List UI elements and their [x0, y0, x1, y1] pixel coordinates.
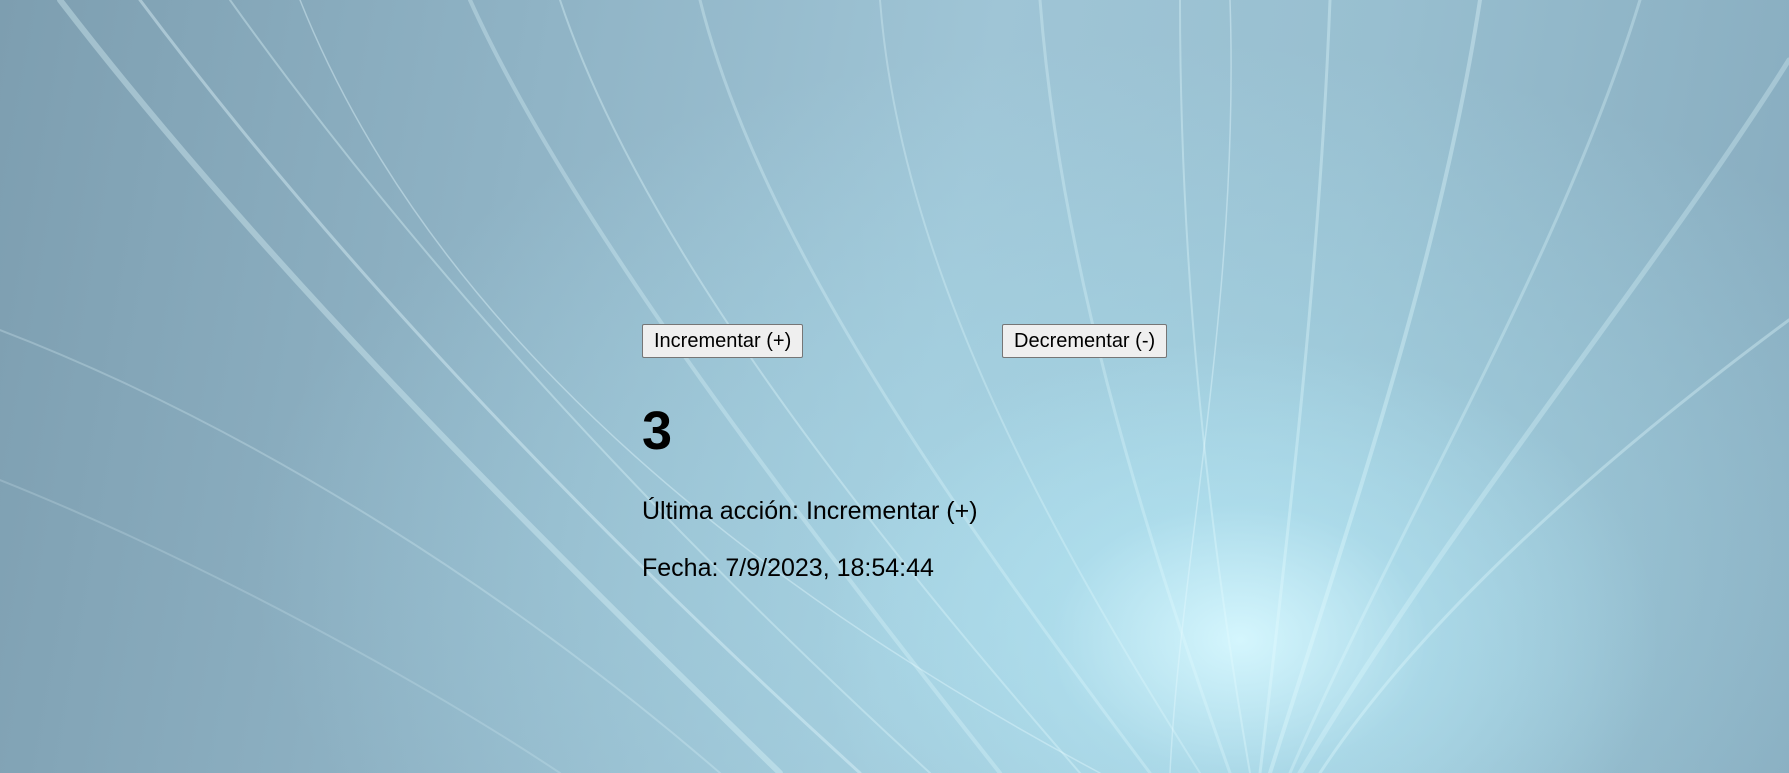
last-action-value: Incrementar (+) [805, 497, 978, 525]
last-action-line: Última acción: Incrementar (+) [642, 496, 978, 526]
counter-value: 3 [642, 401, 673, 461]
date-label: Fecha: [642, 554, 719, 582]
date-value: 7/9/2023, 18:54:44 [725, 554, 934, 582]
wallpaper-light-streaks [0, 0, 1789, 773]
last-action-label: Última acción: [642, 497, 799, 525]
date-line: Fecha: 7/9/2023, 18:54:44 [642, 553, 934, 583]
decrement-button[interactable]: Decrementar (-) [1002, 324, 1168, 358]
increment-button[interactable]: Incrementar (+) [642, 324, 804, 358]
